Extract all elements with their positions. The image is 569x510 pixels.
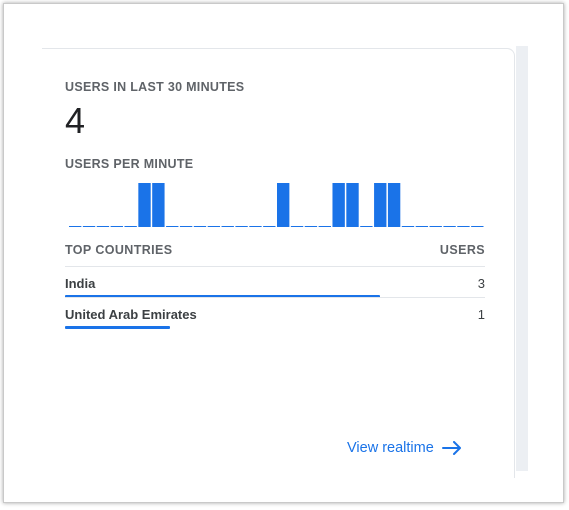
top-countries-header: TOP COUNTRIES: [65, 243, 173, 257]
minute-baseline: [207, 226, 221, 227]
users-last-30-minutes-label: USERS IN LAST 30 MINUTES: [65, 80, 245, 94]
country-share-bar: [65, 326, 170, 329]
country-name: United Arab Emirates: [65, 307, 197, 322]
minute-baseline: [471, 226, 484, 227]
users-per-minute-chart: [69, 183, 484, 227]
minute-baseline: [263, 226, 276, 227]
minute-baseline: [96, 226, 110, 227]
minute-baseline: [110, 226, 123, 227]
minute-bar: [152, 183, 165, 227]
minute-baseline: [179, 226, 193, 227]
minute-baseline: [304, 226, 318, 227]
minute-baseline: [235, 226, 248, 227]
minute-bar: [332, 183, 345, 227]
minute-baseline: [443, 226, 456, 227]
minute-bar: [138, 183, 151, 227]
realtime-card: [42, 48, 515, 478]
minute-bar: [346, 183, 359, 227]
country-users-count: 3: [477, 276, 485, 291]
arrow-right-icon: [441, 441, 461, 455]
minute-baseline: [249, 226, 262, 227]
header-divider: [65, 266, 485, 267]
minute-baseline: [221, 226, 234, 227]
view-realtime-label: View realtime: [347, 440, 434, 456]
row-divider: [65, 297, 485, 298]
minute-baseline: [290, 226, 304, 227]
country-row: United Arab Emirates 1: [65, 307, 485, 339]
country-row: India 3: [65, 276, 485, 308]
country-users-count: 1: [477, 307, 485, 322]
country-name: India: [65, 276, 96, 291]
page-background-strip: [516, 46, 528, 471]
minute-baseline: [318, 226, 331, 227]
minute-baseline: [193, 226, 207, 227]
minute-bar: [277, 183, 290, 227]
minute-bar: [387, 183, 401, 227]
minute-baseline: [82, 226, 96, 227]
minute-bar: [374, 183, 387, 227]
minute-baseline: [457, 226, 470, 227]
minute-baseline: [415, 226, 429, 227]
minute-baseline: [360, 226, 373, 227]
minute-baseline: [401, 226, 415, 227]
view-realtime-link[interactable]: View realtime: [347, 440, 462, 456]
minute-baseline: [166, 226, 179, 227]
users-column-header: USERS: [439, 243, 485, 257]
users-per-minute-label: USERS PER MINUTE: [65, 157, 194, 171]
minute-baseline: [124, 226, 137, 227]
minute-baseline: [429, 226, 442, 227]
minute-baseline: [69, 226, 82, 227]
active-users-count: 4: [65, 100, 86, 141]
